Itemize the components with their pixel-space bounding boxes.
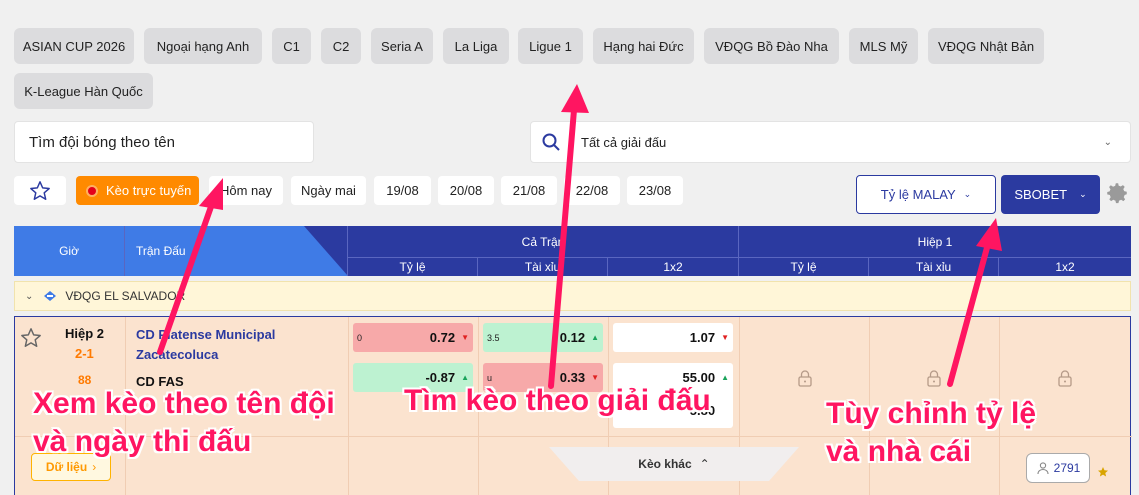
lock-icon bbox=[1058, 370, 1072, 387]
date-today-button[interactable]: Hôm nay bbox=[209, 176, 283, 205]
favorite-filter-button[interactable] bbox=[14, 176, 66, 205]
league-chip-j-league[interactable]: VĐQG Nhật Bản bbox=[928, 28, 1044, 64]
date-21-08-button[interactable]: 21/08 bbox=[501, 176, 557, 205]
date-22-08-button[interactable]: 22/08 bbox=[564, 176, 620, 205]
league-chip-asian-cup[interactable]: ASIAN CUP 2026 bbox=[14, 28, 134, 64]
col-time: Giờ bbox=[59, 244, 79, 258]
league-chip-bundesliga-2[interactable]: Hạng hai Đức bbox=[593, 28, 694, 64]
star-icon bbox=[1098, 467, 1108, 477]
league-chip-la-liga[interactable]: La Liga bbox=[443, 28, 509, 64]
annotation-custom-odds: Tùy chỉnh tỷ lệ và nhà cái bbox=[826, 397, 1037, 468]
annotation-team-date: Xem kèo theo tên đội và ngày thi đấu bbox=[33, 387, 335, 458]
arrow-head bbox=[561, 84, 589, 113]
group-first-half: Hiệp 1 bbox=[917, 234, 953, 249]
star-icon bbox=[30, 180, 50, 200]
chevron-down-icon: ⌄ bbox=[1079, 189, 1087, 199]
chevron-down-icon: ⌄ bbox=[963, 189, 972, 199]
odds-table-header: Giờ Trận Đấu Cả Trận Hiệp 1 Tỷ lệ Tài xỉ… bbox=[14, 226, 1131, 276]
search-icon[interactable] bbox=[531, 132, 571, 152]
bookmaker-select[interactable]: SBOBET ⌄ bbox=[1001, 175, 1100, 214]
bookmaker-label: SBOBET bbox=[1014, 187, 1068, 202]
odds-type-label: Tỷ lệ MALAY bbox=[880, 187, 956, 202]
gear-icon[interactable] bbox=[1104, 180, 1130, 211]
league-chip-mls[interactable]: MLS Mỹ bbox=[849, 28, 918, 64]
sub-ou-full: Tài xỉu bbox=[524, 259, 561, 274]
team-search-input[interactable]: Tìm đội bóng theo tên bbox=[14, 121, 314, 163]
league-chip-k-league[interactable]: K-League Hàn Quốc bbox=[14, 73, 153, 109]
home-team[interactable]: CD Platense Municipal Zacatecoluca bbox=[136, 325, 306, 365]
lock-icon bbox=[798, 370, 812, 387]
live-odds-label: Kèo trực tuyến bbox=[106, 183, 192, 198]
lock-icon bbox=[927, 370, 941, 387]
date-20-08-button[interactable]: 20/08 bbox=[438, 176, 494, 205]
live-dot-icon bbox=[86, 184, 98, 197]
date-tomorrow-button[interactable]: Ngày mai bbox=[291, 176, 366, 205]
league-chip-epl[interactable]: Ngoại hạng Anh bbox=[144, 28, 262, 64]
annotation-league: Tìm kèo theo giải đấu bbox=[404, 384, 711, 417]
sub-hdp-full: Tỷ lệ bbox=[399, 259, 426, 274]
league-chip-portugal[interactable]: VĐQG Bồ Đào Nha bbox=[704, 28, 839, 64]
match-score: 2-1 bbox=[75, 346, 94, 361]
group-full-match: Cả Trận bbox=[521, 234, 565, 249]
date-19-08-button[interactable]: 19/08 bbox=[374, 176, 431, 205]
col-match: Trận Đấu bbox=[136, 244, 186, 258]
league-select-value: Tất cả giải đấu bbox=[581, 134, 667, 150]
chevron-down-icon: ⌄ bbox=[25, 290, 34, 302]
chevron-up-icon: ⌃ bbox=[699, 457, 710, 471]
chevron-down-icon: ⌄ bbox=[1103, 136, 1112, 148]
user-icon bbox=[1037, 462, 1049, 475]
x12-home-odd[interactable]: 1.07 ▼ bbox=[613, 323, 733, 352]
more-odds-button[interactable]: Kèo khác ⌃ bbox=[549, 447, 799, 481]
sub-hdp-half: Tỷ lệ bbox=[790, 259, 817, 274]
sub-1x2-half: 1x2 bbox=[1055, 259, 1075, 274]
league-name: VĐQG EL SALVADOR bbox=[65, 289, 186, 303]
match-period: Hiệp 2 bbox=[65, 326, 105, 341]
hdp-home-odd[interactable]: 0 0.72 ▼ bbox=[353, 323, 473, 352]
sub-1x2-full: 1x2 bbox=[663, 259, 683, 274]
star-icon[interactable] bbox=[20, 327, 42, 349]
league-flag-icon bbox=[44, 291, 57, 301]
league-chip-ligue-1[interactable]: Ligue 1 bbox=[518, 28, 583, 64]
league-chip-serie-a[interactable]: Seria A bbox=[371, 28, 433, 64]
odds-type-select[interactable]: Tỷ lệ MALAY ⌄ bbox=[856, 175, 996, 214]
league-chip-c1[interactable]: C1 bbox=[272, 28, 311, 64]
league-row[interactable]: ⌄ VĐQG EL SALVADOR bbox=[14, 281, 1131, 311]
sub-ou-half: Tài xỉu bbox=[915, 259, 952, 274]
ou-over-odd[interactable]: 3.5 0.12 ▲ bbox=[483, 323, 603, 352]
live-odds-button[interactable]: Kèo trực tuyến bbox=[76, 176, 199, 205]
league-chip-c2[interactable]: C2 bbox=[321, 28, 361, 64]
league-select[interactable]: Tất cả giải đấu ⌄ bbox=[530, 121, 1131, 163]
date-23-08-button[interactable]: 23/08 bbox=[627, 176, 683, 205]
